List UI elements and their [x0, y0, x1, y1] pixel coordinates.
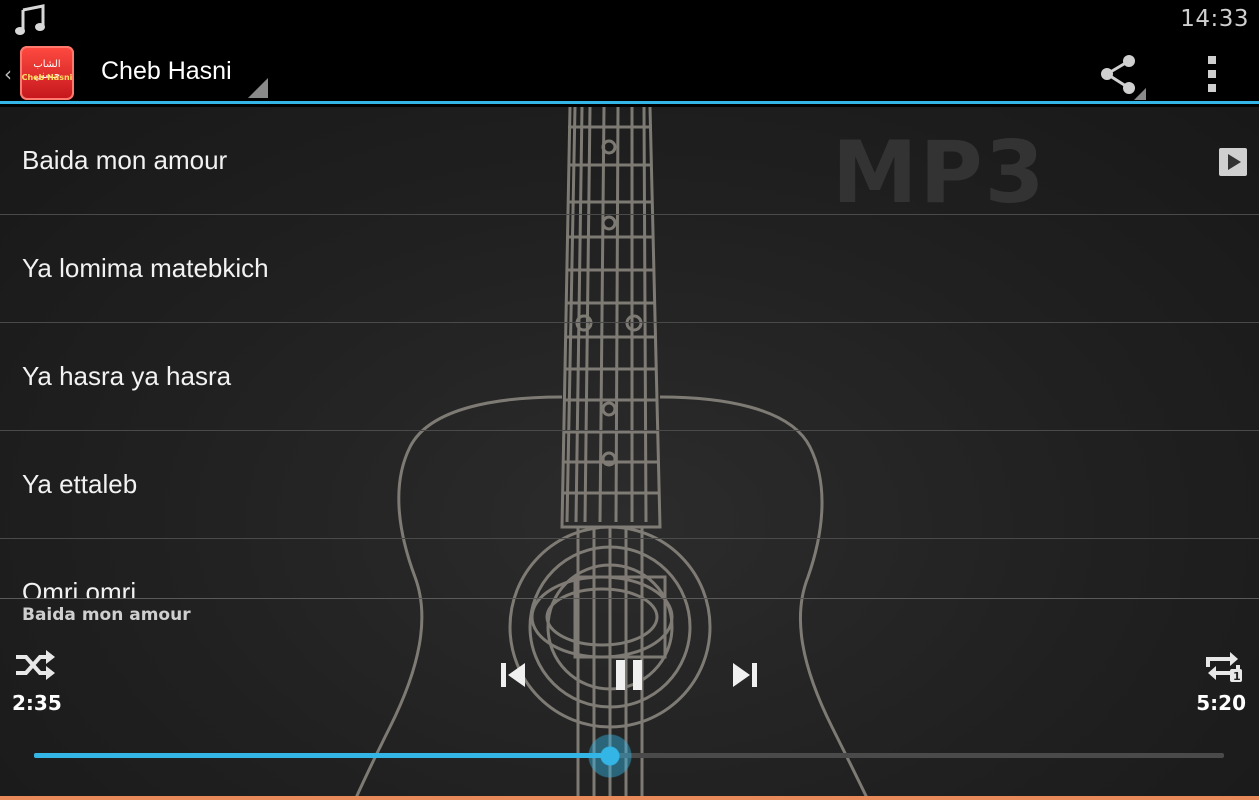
total-time: 5:20 — [1196, 691, 1246, 715]
music-note-icon — [15, 4, 45, 35]
song-title: Ya lomima matebkich — [22, 253, 269, 283]
app-title-spinner[interactable]: Cheb Hasni — [101, 57, 232, 86]
app-icon[interactable]: الشاب حسني Cheb Hasni — [20, 46, 74, 100]
spinner-arrow-icon[interactable] — [248, 78, 268, 98]
song-list: Baida mon amour Ya lomima matebkich Ya h… — [0, 107, 1259, 599]
list-item[interactable]: Ya lomima matebkich — [0, 215, 1259, 323]
song-title: Ya hasra ya hasra — [22, 361, 232, 391]
share-icon[interactable] — [1096, 52, 1146, 100]
seek-progress — [34, 753, 610, 758]
list-divider — [0, 598, 1259, 599]
app-icon-latin-text: Cheb Hasni — [21, 73, 73, 82]
shuffle-icon[interactable] — [14, 649, 56, 681]
song-title: Baida mon amour — [22, 145, 228, 175]
pause-icon[interactable] — [612, 657, 646, 693]
next-icon[interactable] — [730, 659, 760, 691]
current-time: 2:35 — [12, 691, 62, 715]
song-title: Ya ettaleb — [22, 469, 138, 499]
play-indicator-icon — [1219, 148, 1247, 176]
list-item[interactable]: Omri omri — [0, 539, 1259, 599]
overflow-menu-icon[interactable] — [1196, 52, 1228, 96]
seek-thumb[interactable] — [587, 734, 632, 778]
list-item[interactable]: Baida mon amour — [0, 107, 1259, 215]
seek-bar[interactable] — [34, 734, 1224, 778]
list-item[interactable]: Ya ettaleb — [0, 431, 1259, 539]
repeat-one-icon[interactable]: 1 — [1202, 649, 1244, 683]
previous-icon[interactable] — [498, 659, 528, 691]
action-bar: ‹ الشاب حسني Cheb Hasni Cheb Hasni — [0, 40, 1259, 104]
status-time: 14:33 — [1180, 6, 1249, 32]
song-title: Omri omri — [22, 577, 137, 599]
content-area: MP3 Baida mon amour Ya lomima matebkich … — [0, 107, 1259, 800]
now-playing-title: Baida mon amour — [22, 605, 191, 625]
list-item[interactable]: Ya hasra ya hasra — [0, 323, 1259, 431]
up-caret-icon[interactable]: ‹ — [4, 62, 12, 86]
status-bar: 14:33 — [0, 0, 1259, 40]
bottom-edge — [0, 796, 1259, 800]
svg-text:1: 1 — [1233, 670, 1241, 683]
